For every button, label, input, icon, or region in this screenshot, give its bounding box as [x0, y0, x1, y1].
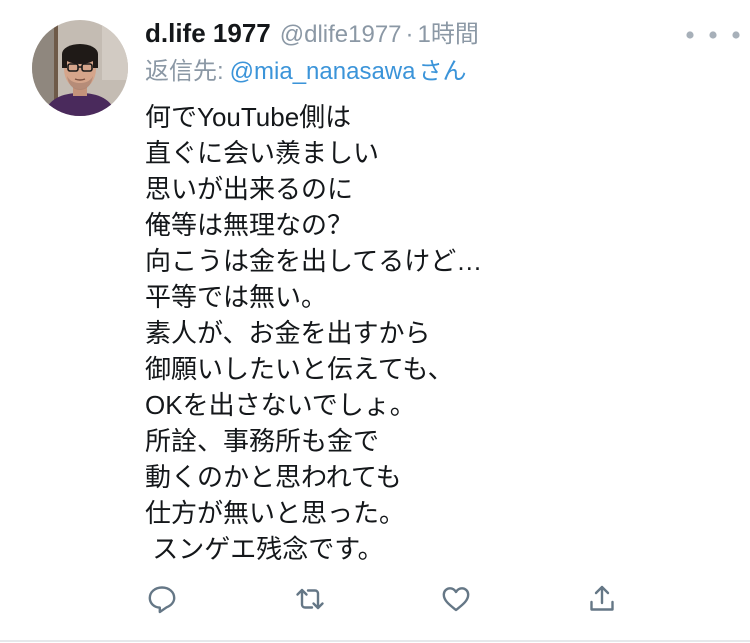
- tweet-text-line: 動くのかと思われても: [145, 462, 402, 492]
- reply-to-user-link[interactable]: @mia_nanasawa: [230, 58, 416, 85]
- tweet-text-line: 所詮、事務所も金で: [145, 426, 380, 456]
- more-icon: [686, 31, 740, 39]
- tweet-timestamp[interactable]: 1時間: [418, 21, 479, 48]
- avatar[interactable]: [32, 20, 128, 116]
- display-name[interactable]: d.life 1977: [145, 16, 271, 50]
- reply-to-line: 返信先: @mia_nanasawa さん: [145, 56, 466, 88]
- retweet-icon: [296, 588, 324, 610]
- tweet-text-line: 素人が、お金を出すから: [145, 318, 431, 348]
- more-button[interactable]: [684, 28, 742, 40]
- reply-to-label: 返信先:: [145, 58, 224, 85]
- tweet-action-bar: [0, 583, 750, 615]
- reply-to-suffix: さん: [418, 58, 467, 85]
- reply-icon: [148, 586, 176, 614]
- share-button[interactable]: [586, 583, 618, 615]
- tweet-text-line: OKを出さないでしょ。: [145, 390, 416, 420]
- tweet-meta: @dlife1977 · 1時間: [280, 18, 479, 52]
- tweet-text-line: 俺等は無理なの？: [145, 210, 354, 240]
- tweet-text-line: 平等では無い。: [145, 282, 328, 312]
- user-handle[interactable]: @dlife1977: [280, 21, 402, 48]
- retweet-button[interactable]: [294, 583, 326, 615]
- tweet-text-line: 向こうは金を出してるけど…: [145, 246, 483, 276]
- tweet-text-line: 直ぐに会い羨ましい: [145, 138, 380, 168]
- tweet-header: d.life 1977 @dlife1977 · 1時間: [145, 16, 479, 50]
- meta-separator: ·: [405, 21, 414, 48]
- like-button[interactable]: [440, 583, 472, 615]
- tweet-text-line: 仕方が無いと思った。: [145, 498, 406, 528]
- tweet-text-line: 思いが出来るのに: [145, 174, 354, 204]
- tweet-text-line: 何でYouTube側は: [145, 102, 352, 132]
- heart-icon: [442, 587, 470, 612]
- reply-button[interactable]: [146, 583, 178, 615]
- share-icon: [590, 585, 614, 611]
- profile-photo-icon: [32, 20, 128, 116]
- tweet-text-line: 御願いしたいと伝えても、: [145, 354, 454, 384]
- tweet-text: 何でYouTube側は 直ぐに会い羨ましい 思いが出来るのに 俺等は無理なの？ …: [145, 99, 735, 567]
- tweet-divider: [0, 640, 750, 642]
- tweet-text-line: スンゲエ残念です。: [145, 534, 384, 564]
